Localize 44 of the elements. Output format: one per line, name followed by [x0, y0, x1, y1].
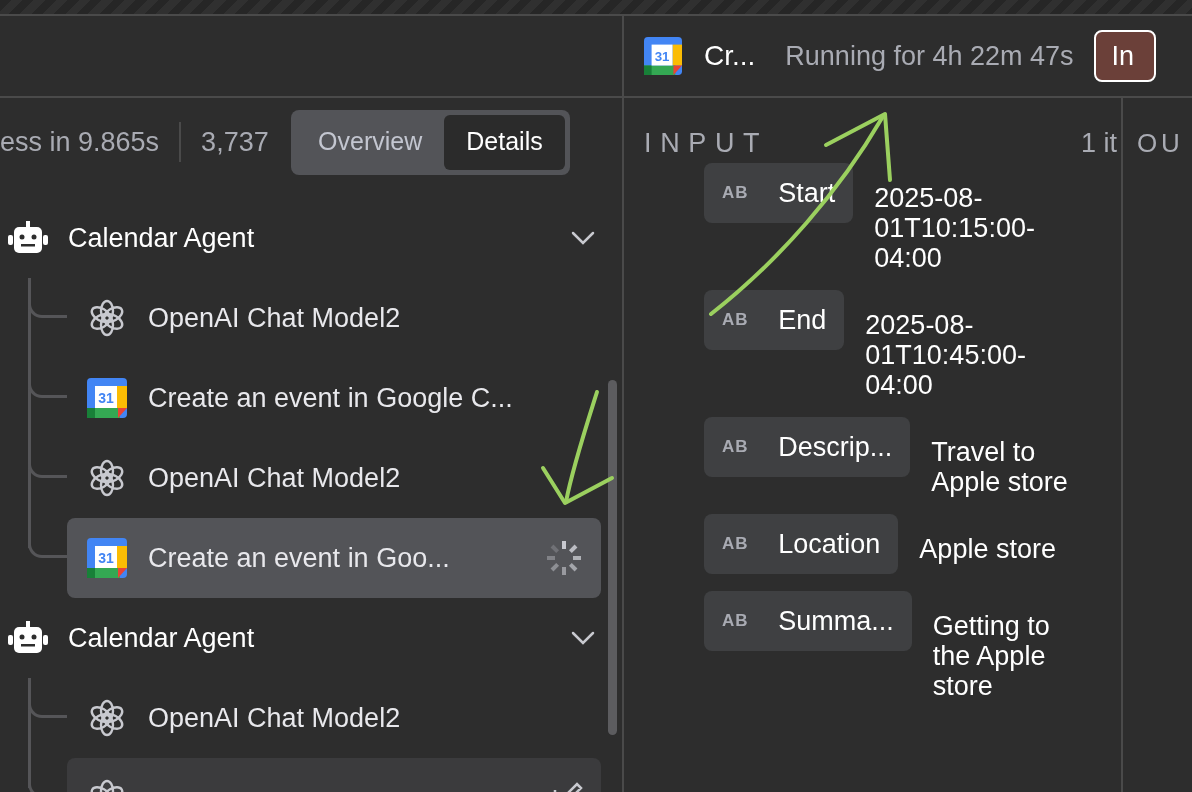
output-heading: OU [1137, 126, 1184, 160]
tree-item[interactable]: OpenAI Chat Model2 [67, 278, 601, 358]
duration-text: ess in 9.865s [0, 125, 160, 159]
item-label: OpenAI Chat Model2 [148, 301, 402, 335]
header-button[interactable]: In [1093, 30, 1157, 82]
tree-item[interactable]: OpenAI Chat Model2 [67, 678, 601, 758]
robot-icon [8, 221, 48, 255]
node-title: Cr... [704, 39, 756, 73]
robot-icon [8, 621, 48, 655]
item-label: Create an event in Goo... [148, 541, 451, 575]
chevron-icon[interactable] [571, 631, 595, 645]
tree-item[interactable]: OpenAI Chat Model2 [67, 438, 601, 518]
item-label: Create an event in Google C... [148, 381, 514, 415]
item-label: OpenAI Chat Model2 [148, 701, 402, 735]
view-tab[interactable]: Details [444, 114, 565, 170]
field-value: Getting to the Apple store [932, 611, 1051, 701]
field-name-tag[interactable]: AB End [704, 290, 845, 350]
calendar-icon: 31 [644, 37, 682, 75]
field-name-tag[interactable]: AB Location [704, 514, 899, 574]
token-count: 3,737 [201, 125, 270, 159]
field-value: Apple store [919, 534, 1057, 564]
field-value: 2025-08-01T10:15:00-04:00 [874, 183, 1036, 273]
running-status: Running for 4h 22m 47s [785, 39, 1074, 73]
agent-label[interactable]: Calendar Agent [68, 617, 571, 659]
calendar-icon: 31 [87, 538, 127, 578]
chevron-icon[interactable] [571, 231, 595, 245]
type-icon: AB [722, 531, 749, 557]
field-name-tag[interactable]: AB Descrip... [704, 417, 911, 477]
scrollbar[interactable] [608, 380, 617, 735]
field-name-tag[interactable]: AB Summa... [704, 591, 912, 651]
calendar-icon: 31 [87, 378, 127, 418]
type-icon: AB [722, 307, 749, 333]
type-icon: AB [722, 608, 749, 634]
view-tab[interactable]: Overview [296, 114, 445, 170]
tree-item[interactable]: 31 Create an event in Goo... [67, 518, 601, 598]
type-icon: AB [722, 180, 749, 206]
type-icon: AB [722, 434, 749, 460]
tree-item[interactable]: 31 Create an event in Google C... [67, 358, 601, 438]
agent-label[interactable]: Calendar Agent [68, 217, 571, 259]
field-value: Travel to Apple store [931, 437, 1069, 497]
item-count: 1 it [1080, 126, 1117, 160]
field-value: 2025-08-01T10:45:00-04:00 [865, 310, 1027, 400]
input-heading: INPUT [644, 126, 769, 160]
item-label: OpenAI Chat Model2 [148, 461, 402, 495]
